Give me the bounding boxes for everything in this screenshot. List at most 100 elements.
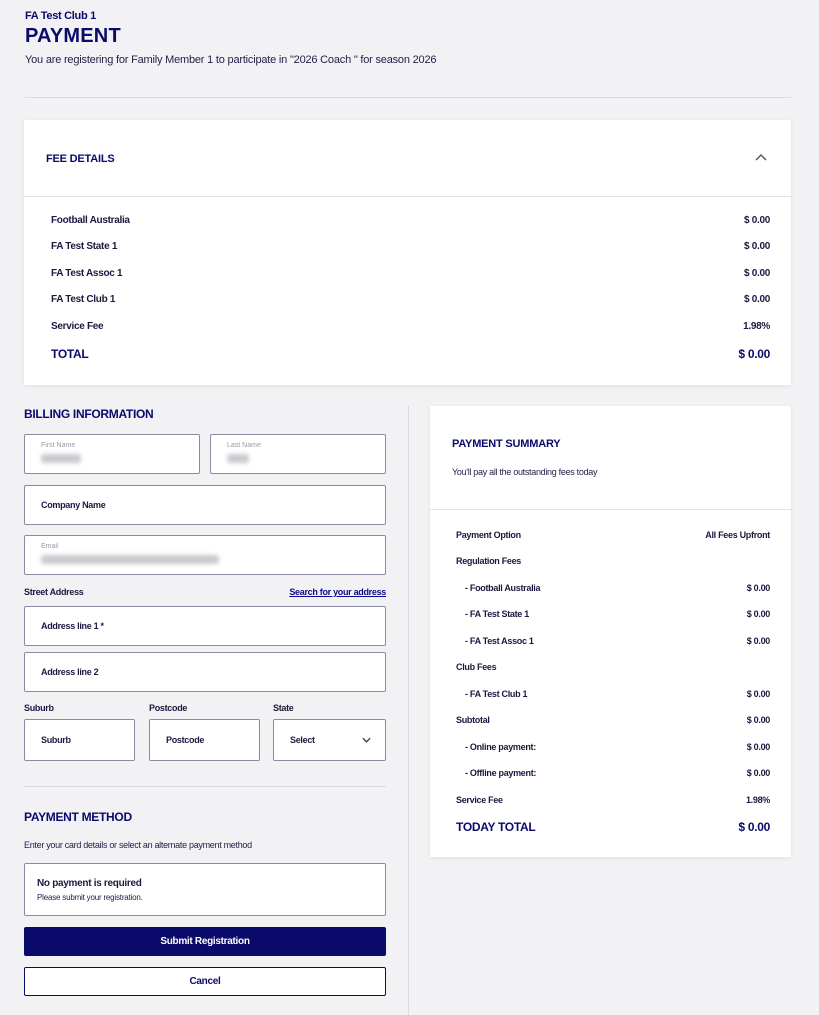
fee-total-value: $ 0.00: [738, 347, 770, 361]
summary-row: Regulation Fees: [456, 556, 770, 566]
summary-row: Subtotal $ 0.00: [456, 715, 770, 725]
summary-label: - FA Test State 1: [465, 609, 529, 619]
summary-value: $ 0.00: [746, 609, 771, 619]
fee-details-header[interactable]: FEE DETAILS: [24, 120, 791, 197]
company-name-field[interactable]: Company Name: [24, 485, 386, 525]
summary-label: Service Fee: [456, 795, 503, 805]
page-title: PAYMENT: [25, 25, 121, 47]
redacted-value: [41, 555, 219, 564]
postcode-field[interactable]: Postcode: [149, 719, 260, 761]
summary-label: Payment Option: [456, 530, 521, 540]
summary-row: - Online payment: $ 0.00: [456, 742, 770, 752]
payment-summary-card: PAYMENT SUMMARY You'll pay all the outst…: [430, 406, 791, 857]
summary-value: $ 0.00: [746, 636, 771, 646]
fee-value: $ 0.00: [743, 268, 770, 279]
state-select[interactable]: Select: [273, 719, 386, 761]
state-selected-value: Select: [290, 735, 315, 745]
summary-row: - FA Test State 1 $ 0.00: [456, 609, 770, 619]
summary-row: - Football Australia $ 0.00: [456, 583, 770, 593]
company-name-placeholder: Company Name: [41, 500, 106, 510]
suburb-placeholder: Suburb: [41, 735, 71, 745]
fee-row: FA Test State 1 $ 0.00: [51, 241, 770, 252]
billing-title: BILLING INFORMATION: [24, 407, 154, 421]
no-payment-title: No payment is required: [37, 878, 142, 889]
club-name: FA Test Club 1: [25, 10, 96, 22]
first-name-label: First Name: [41, 442, 76, 449]
fee-details-card: FEE DETAILS Football Australia $ 0.00 FA…: [24, 120, 791, 385]
fee-row: FA Test Club 1 $ 0.00: [51, 294, 770, 305]
summary-label: - Offline payment:: [465, 768, 537, 778]
column-divider: [408, 406, 409, 1015]
fee-value: $ 0.00: [743, 215, 770, 226]
header-divider: [25, 97, 791, 98]
fee-label: Football Australia: [51, 215, 130, 226]
first-name-field[interactable]: First Name: [24, 434, 200, 474]
summary-row: - Offline payment: $ 0.00: [456, 768, 770, 778]
fee-label: FA Test Club 1: [51, 294, 116, 305]
summary-row: Service Fee 1.98%: [456, 795, 770, 805]
summary-label: Club Fees: [456, 662, 497, 672]
address-line1-field[interactable]: Address line 1 *: [24, 606, 386, 646]
cancel-button[interactable]: Cancel: [24, 967, 386, 996]
summary-label: - FA Test Club 1: [465, 689, 528, 699]
state-label: State: [273, 703, 294, 713]
fee-details-title: FEE DETAILS: [46, 153, 115, 165]
redacted-value: [41, 454, 81, 463]
last-name-field[interactable]: Last Name: [210, 434, 386, 474]
section-divider: [24, 786, 386, 787]
submit-registration-button[interactable]: Submit Registration: [24, 927, 386, 956]
no-payment-notice: No payment is required Please submit you…: [24, 863, 386, 916]
page-header: FA Test Club 1 PAYMENT You are registeri…: [25, 10, 436, 66]
fee-label: FA Test State 1: [51, 241, 118, 252]
summary-total-label: TODAY TOTAL: [456, 820, 536, 834]
street-address-label: Street Address: [24, 587, 84, 597]
fee-value: 1.98%: [743, 321, 770, 332]
summary-value: $ 0.00: [746, 742, 771, 752]
summary-label: Regulation Fees: [456, 556, 522, 566]
summary-value: $ 0.00: [746, 715, 771, 725]
fee-label: FA Test Assoc 1: [51, 268, 123, 279]
chevron-down-icon: [362, 737, 371, 743]
chevron-up-icon[interactable]: [755, 152, 767, 164]
payment-method-title: PAYMENT METHOD: [24, 810, 132, 824]
address-line2-placeholder: Address line 2: [41, 667, 99, 677]
summary-row: Payment Option All Fees Upfront: [456, 530, 770, 540]
summary-label: - FA Test Assoc 1: [465, 636, 534, 646]
address-line1-placeholder: Address line 1 *: [41, 621, 104, 631]
suburb-label: Suburb: [24, 703, 54, 713]
summary-label: - Football Australia: [465, 583, 541, 593]
suburb-field[interactable]: Suburb: [24, 719, 135, 761]
fee-row: FA Test Assoc 1 $ 0.00: [51, 268, 770, 279]
no-payment-subtitle: Please submit your registration.: [37, 893, 143, 902]
summary-divider: [430, 509, 791, 510]
address-line2-field[interactable]: Address line 2: [24, 652, 386, 692]
email-field[interactable]: Email: [24, 535, 386, 575]
summary-row: - FA Test Assoc 1 $ 0.00: [456, 636, 770, 646]
summary-label: Subtotal: [456, 715, 490, 725]
payment-summary-subtitle: You'll pay all the outstanding fees toda…: [452, 467, 598, 477]
summary-total-row: TODAY TOTAL $ 0.00: [456, 820, 770, 834]
fee-total-label: TOTAL: [51, 347, 89, 361]
summary-value: 1.98%: [745, 795, 770, 805]
last-name-label: Last Name: [227, 442, 261, 449]
search-address-link[interactable]: Search for your address: [289, 587, 386, 597]
email-label: Email: [41, 543, 59, 550]
summary-value: $ 0.00: [746, 768, 771, 778]
postcode-label: Postcode: [149, 703, 188, 713]
fee-row: Service Fee 1.98%: [51, 321, 770, 332]
payment-method-description: Enter your card details or select an alt…: [24, 840, 252, 850]
summary-row: Club Fees: [456, 662, 770, 672]
postcode-placeholder: Postcode: [166, 735, 205, 745]
fee-total-row: TOTAL $ 0.00: [51, 347, 770, 361]
summary-row: - FA Test Club 1 $ 0.00: [456, 689, 770, 699]
summary-total-value: $ 0.00: [738, 820, 770, 834]
summary-value: $ 0.00: [746, 689, 771, 699]
fee-row: Football Australia $ 0.00: [51, 215, 770, 226]
fee-label: Service Fee: [51, 321, 104, 332]
summary-value: $ 0.00: [746, 583, 771, 593]
fee-value: $ 0.00: [743, 294, 770, 305]
redacted-value: [227, 454, 249, 463]
fee-value: $ 0.00: [743, 241, 770, 252]
summary-label: - Online payment:: [465, 742, 536, 752]
summary-value: All Fees Upfront: [705, 530, 770, 540]
